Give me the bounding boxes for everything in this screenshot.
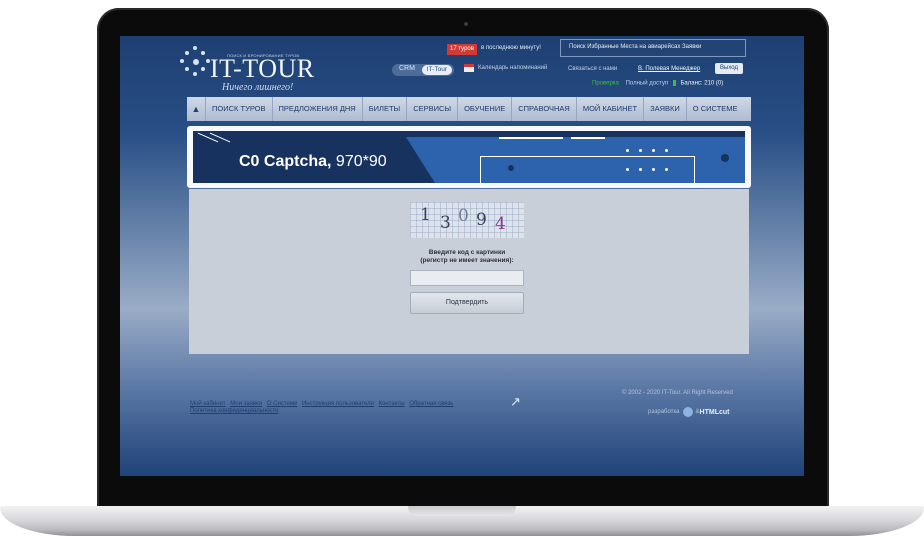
top-links[interactable]: Поиск Избранные Места на авиарейсах Заяв… <box>569 44 701 50</box>
logo-slogan: Ничего лишнего! <box>222 82 294 93</box>
dev-label: разработка <box>648 409 680 415</box>
dev-brand[interactable]: HTMLcut <box>700 409 730 416</box>
nav-item-training[interactable]: ОБУЧЕНИЕ <box>457 97 511 121</box>
nav-item-orders[interactable]: ЗАЯВКИ <box>643 97 686 121</box>
access-indicator-icon <box>672 80 676 86</box>
crm-label[interactable]: CRM <box>399 65 415 72</box>
footer-link-manual[interactable]: Инструкция пользователя <box>302 401 374 407</box>
banner-small-dot <box>665 149 668 152</box>
nav-item-search-tours[interactable]: ПОИСК ТУРОВ <box>205 97 272 121</box>
arrow-up-right-icon[interactable]: ↗ <box>510 394 521 410</box>
crm-switch[interactable]: CRM IT-Tour <box>392 64 454 76</box>
banner-title: C0 Captcha, 970*90 <box>239 153 387 171</box>
laptop-notch <box>408 506 516 516</box>
footer-link-orders[interactable]: Мои заявки <box>230 401 262 407</box>
banner-title-size: 970*90 <box>331 153 387 170</box>
logo-dots-icon <box>180 46 210 76</box>
laptop-screen: ПОИСК И БРОНИРОВАНИЕ ТУРОВ IT-TOUR Ничег… <box>120 36 804 476</box>
nav-item-help[interactable]: СПРАВОЧНАЯ <box>511 97 576 121</box>
it-tour-label[interactable]: IT-Tour <box>421 65 452 75</box>
banner-small-dot <box>665 168 668 171</box>
nav-item-cabinet[interactable]: МОЙ КАБИНЕТ <box>575 97 643 121</box>
nav-item-offers[interactable]: ПРЕДЛОЖЕНИЯ ДНЯ <box>271 97 362 121</box>
captcha-input[interactable] <box>410 270 524 286</box>
account-status: Проверка Полный доступ Баланс: 210 (0) <box>592 80 723 87</box>
banner-dot <box>721 154 729 162</box>
tours-note[interactable]: в последнюю минуту! <box>481 45 541 51</box>
captcha-digit: 4 <box>495 214 506 234</box>
camera-icon <box>464 22 468 26</box>
banner-line <box>499 137 563 139</box>
banner-small-dot <box>626 149 629 152</box>
captcha-label-line1: Введите код с картинки <box>428 249 506 256</box>
banner-title-bold: C0 Captcha, <box>239 153 332 170</box>
banner-line <box>571 137 605 139</box>
banner-top-stripe <box>193 131 745 137</box>
submit-button[interactable]: Подтвердить <box>410 292 524 314</box>
developer-logo-icon <box>682 407 693 417</box>
banner-small-dot <box>652 168 655 171</box>
status-balance: Баланс: 210 (0) <box>680 80 724 87</box>
banner-small-dot <box>652 149 655 152</box>
footer-link-about[interactable]: О Системе <box>267 401 298 407</box>
status-check: Проверка <box>592 80 619 87</box>
nav-item-tickets[interactable]: БИЛЕТЫ <box>361 97 406 121</box>
banner-small-dot <box>626 168 629 171</box>
captcha-label-line2: (регистр не имеет значения): <box>420 257 514 264</box>
calendar-link[interactable]: Календарь напоминаний <box>478 65 547 71</box>
captcha-digit: 1 <box>420 205 431 225</box>
captcha-label: Введите код с картинки (регистр не имеет… <box>394 249 540 265</box>
main-nav: ▲ ПОИСК ТУРОВ ПРЕДЛОЖЕНИЯ ДНЯ БИЛЕТЫ СЕР… <box>187 97 751 121</box>
nav-item-about[interactable]: О СИСТЕМЕ <box>685 97 744 121</box>
captcha-digit: 0 <box>458 206 469 226</box>
developer-credit: разработка & HTMLcut <box>648 407 729 417</box>
status-access: Полный доступ <box>625 80 669 87</box>
top-links-box: Поиск Избранные Места на авиарейсах Заяв… <box>560 39 746 57</box>
copyright: © 2002 - 2020 IT-Tour. All Right Reserve… <box>622 390 733 396</box>
user-link[interactable]: В. Полевая Менеджер <box>638 66 700 72</box>
ad-banner[interactable]: C0 Captcha, 970*90 <box>193 131 745 183</box>
captcha-digit: 3 <box>440 213 451 233</box>
footer-link-cabinet[interactable]: Мой кабинет <box>190 401 226 407</box>
footer-link-privacy[interactable]: Политика конфиденциальности <box>190 408 279 414</box>
calendar-icon[interactable] <box>464 64 474 72</box>
banner-small-dot <box>639 149 642 152</box>
footer-links: Мой кабинет Мои заявки О Системе Инструк… <box>190 401 456 415</box>
nav-item-services[interactable]: СЕРВИСЫ <box>406 97 457 121</box>
logout-button[interactable]: Выход <box>715 63 743 74</box>
contact-link[interactable]: Связаться с нами <box>568 66 617 72</box>
home-icon[interactable]: ▲ <box>187 104 205 114</box>
logo-name[interactable]: IT-TOUR <box>210 56 315 82</box>
tours-count-badge[interactable]: 17 туров <box>447 44 477 55</box>
captcha-digit: 9 <box>476 210 487 230</box>
banner-dot <box>508 165 514 171</box>
footer-link-contacts[interactable]: Контакты <box>379 401 405 407</box>
footer-link-feedback[interactable]: Обратная связь <box>409 401 453 407</box>
banner-small-dot <box>639 168 642 171</box>
captcha-image: 1 3 0 9 4 <box>410 202 524 238</box>
